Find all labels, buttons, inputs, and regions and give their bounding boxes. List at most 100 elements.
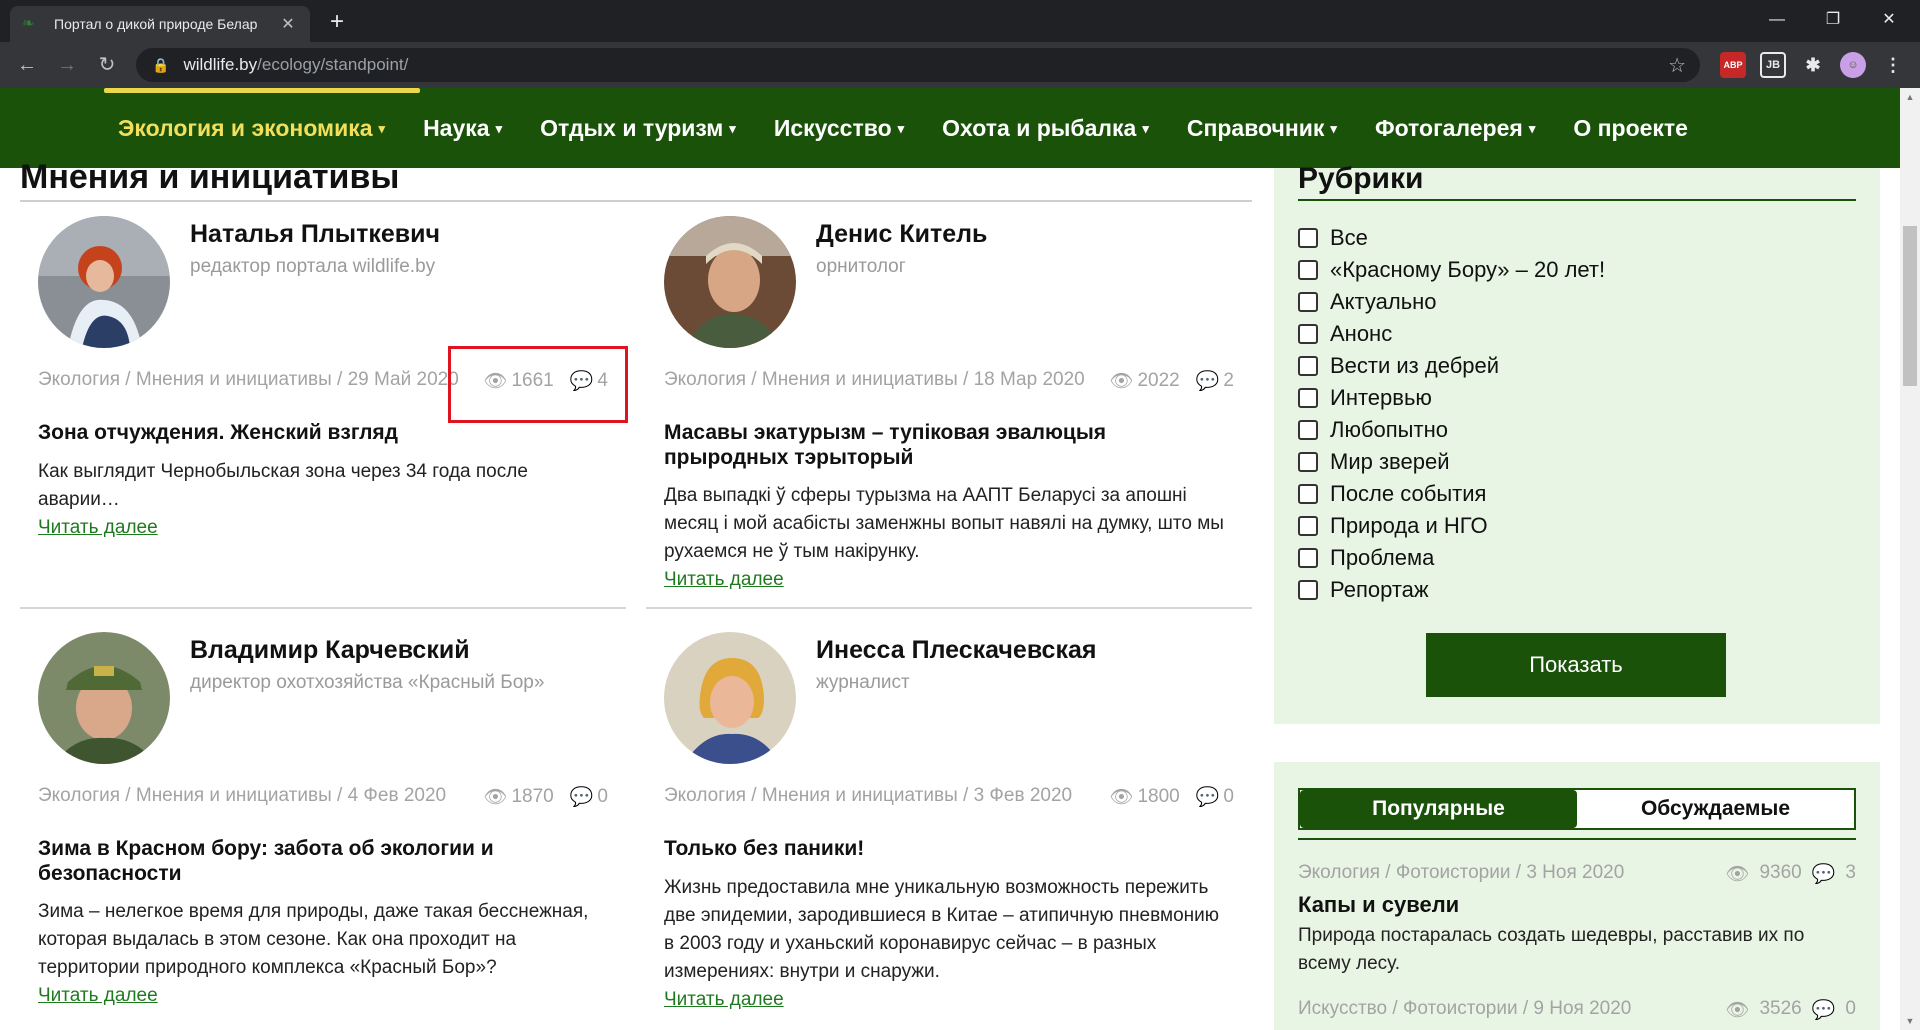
popular-item: Искусство / Фотоистории / 9 Ноя 2020 👁 35… <box>1298 998 1856 1024</box>
browser-tab[interactable]: ❧ Портал о дикой природе Белар ✕ <box>10 6 310 42</box>
rubrics-title: Рубрики <box>1298 162 1424 195</box>
read-more-link[interactable]: Читать далее <box>38 985 158 1006</box>
paw-favicon-icon: ❧ <box>22 15 35 32</box>
rubric-checkbox[interactable]: Любопытно <box>1298 414 1605 446</box>
comments-count: 3 <box>1845 862 1856 883</box>
minimize-icon[interactable]: — <box>1754 0 1800 40</box>
comments-icon: 💬 <box>1195 787 1220 808</box>
author-avatar[interactable] <box>38 632 170 764</box>
post-excerpt: Как выглядит Чернобыльская зона через 34… <box>38 461 528 538</box>
popular-item: Экология / Фотоистории / 3 Ноя 2020 👁 936… <box>1298 862 1856 978</box>
rubric-checkbox[interactable]: Проблема <box>1298 542 1605 574</box>
scroll-down-arrow-icon[interactable]: ▼ <box>1900 1012 1920 1030</box>
read-more-link[interactable]: Читать далее <box>38 517 158 538</box>
tab-title: Портал о дикой природе Белар <box>54 16 258 32</box>
annotation-highlight-box <box>448 346 628 423</box>
jetbrains-icon[interactable]: JB <box>1760 52 1786 78</box>
title-divider <box>20 200 1252 202</box>
checkbox[interactable] <box>1298 356 1318 376</box>
menu-item-tourism[interactable]: Отдых и туризм ▾ <box>540 115 736 142</box>
rubrics-panel: Рубрики Все «Красному Бору» – 20 лет! Ак… <box>1274 162 1880 724</box>
author-name[interactable]: Денис Китель <box>816 220 987 249</box>
comments-icon: 💬 <box>1195 371 1220 392</box>
post-title[interactable]: Капы и сувели <box>1298 892 1856 918</box>
popular-tabs: Популярные Обсуждаемые <box>1298 788 1856 830</box>
checkbox[interactable] <box>1298 420 1318 440</box>
checkbox[interactable] <box>1298 580 1318 600</box>
menu-item-reference[interactable]: Справочник ▾ <box>1187 115 1337 142</box>
views-count: 2022 <box>1137 370 1180 391</box>
profile-avatar-icon[interactable]: ☺ <box>1840 52 1866 78</box>
category-breadcrumb[interactable]: Экология / Мнения и инициативы / 3 Фев 2… <box>664 785 1072 806</box>
post-title[interactable]: Зона отчуждения. Женский взгляд <box>38 420 598 445</box>
post-title[interactable]: Масавы экатурызм – тупіковая эвалюцыя пр… <box>664 420 1224 470</box>
close-window-icon[interactable]: ✕ <box>1866 0 1912 40</box>
views-eye-icon: 👁 <box>1109 371 1134 392</box>
checkbox[interactable] <box>1298 292 1318 312</box>
forward-icon[interactable]: → <box>52 50 82 80</box>
reload-icon[interactable]: ↻ <box>92 50 122 80</box>
adblock-icon[interactable]: ABP <box>1720 52 1746 78</box>
scroll-up-arrow-icon[interactable]: ▲ <box>1900 88 1920 106</box>
scrollbar-thumb[interactable] <box>1903 226 1917 386</box>
menu-item-hunting[interactable]: Охота и рыбалка ▾ <box>942 115 1149 142</box>
views-count: 9360 <box>1759 862 1802 883</box>
rubric-checkbox[interactable]: Анонс <box>1298 318 1605 350</box>
checkbox[interactable] <box>1298 228 1318 248</box>
back-icon[interactable]: ← <box>12 50 42 80</box>
comments-count: 0 <box>1223 786 1234 807</box>
author-avatar[interactable] <box>664 632 796 764</box>
menu-item-about[interactable]: О проекте <box>1573 115 1688 142</box>
checkbox[interactable] <box>1298 260 1318 280</box>
bookmark-star-icon[interactable]: ☆ <box>1668 53 1686 78</box>
rubric-checkbox[interactable]: Интервью <box>1298 382 1605 414</box>
extensions-puzzle-icon[interactable]: ✱ <box>1800 52 1826 78</box>
post-title[interactable]: Только без паники! <box>664 836 1224 861</box>
checkbox[interactable] <box>1298 548 1318 568</box>
menu-item-science[interactable]: Наука ▾ <box>423 115 502 142</box>
read-more-link[interactable]: Читать далее <box>664 989 784 1010</box>
post-title[interactable]: Зима в Красном бору: забота об экологии … <box>38 836 598 886</box>
post-meta: Экология / Мнения и инициативы / 18 Мар … <box>664 369 1234 392</box>
rubric-checkbox[interactable]: Актуально <box>1298 286 1605 318</box>
browser-toolbar: ← → ↻ 🔒 wildlife.by/ecology/standpoint/ … <box>0 42 1920 88</box>
checkbox[interactable] <box>1298 388 1318 408</box>
menu-item-gallery[interactable]: Фотогалерея ▾ <box>1375 115 1535 142</box>
category-breadcrumb[interactable]: Экология / Фотоистории / 3 Ноя 2020 <box>1298 862 1624 883</box>
checkbox[interactable] <box>1298 324 1318 344</box>
rubric-checkbox[interactable]: Природа и НГО <box>1298 510 1605 542</box>
author-name[interactable]: Наталья Плыткевич <box>190 220 440 249</box>
menu-item-ecology[interactable]: Экология и экономика ▾ <box>118 115 385 142</box>
read-more-link[interactable]: Читать далее <box>664 569 784 590</box>
author-name[interactable]: Инесса Плескачевская <box>816 636 1096 665</box>
new-tab-icon[interactable]: + <box>322 8 352 38</box>
tab-discussed[interactable]: Обсуждаемые <box>1577 790 1854 828</box>
rubric-checkbox[interactable]: Репортаж <box>1298 574 1605 606</box>
address-bar[interactable]: 🔒 wildlife.by/ecology/standpoint/ ☆ <box>136 48 1700 82</box>
category-breadcrumb[interactable]: Экология / Мнения и инициативы / 29 Май … <box>38 369 459 390</box>
menu-item-art[interactable]: Искусство ▾ <box>774 115 904 142</box>
comments-icon: 💬 <box>1811 1000 1836 1021</box>
close-tab-icon[interactable]: ✕ <box>278 14 298 34</box>
views-count: 1870 <box>511 786 554 807</box>
rubric-checkbox[interactable]: «Красному Бору» – 20 лет! <box>1298 254 1605 286</box>
post-excerpt: Жизнь предоставила мне уникальную возмож… <box>664 877 1219 1010</box>
checkbox[interactable] <box>1298 484 1318 504</box>
tab-popular[interactable]: Популярные <box>1300 790 1577 828</box>
rubric-checkbox[interactable]: Все <box>1298 222 1605 254</box>
rubric-checkbox[interactable]: Вести из дебрей <box>1298 350 1605 382</box>
category-breadcrumb[interactable]: Экология / Мнения и инициативы / 18 Мар … <box>664 369 1085 390</box>
menu-kebab-icon[interactable]: ⋮ <box>1880 52 1906 78</box>
category-breadcrumb[interactable]: Экология / Мнения и инициативы / 4 Фев 2… <box>38 785 446 806</box>
site-navigation: Экология и экономика ▾ Наука ▾ Отдых и тур… <box>0 88 1900 168</box>
restore-icon[interactable]: ❐ <box>1810 0 1856 40</box>
author-avatar[interactable] <box>38 216 170 348</box>
author-name[interactable]: Владимир Карчевский <box>190 636 470 665</box>
show-button[interactable]: Показать <box>1426 633 1726 697</box>
checkbox[interactable] <box>1298 516 1318 536</box>
category-breadcrumb[interactable]: Искусство / Фотоистории / 9 Ноя 2020 <box>1298 998 1631 1019</box>
rubric-checkbox[interactable]: Мир зверей <box>1298 446 1605 478</box>
rubric-checkbox[interactable]: После события <box>1298 478 1605 510</box>
checkbox[interactable] <box>1298 452 1318 472</box>
author-avatar[interactable] <box>664 216 796 348</box>
